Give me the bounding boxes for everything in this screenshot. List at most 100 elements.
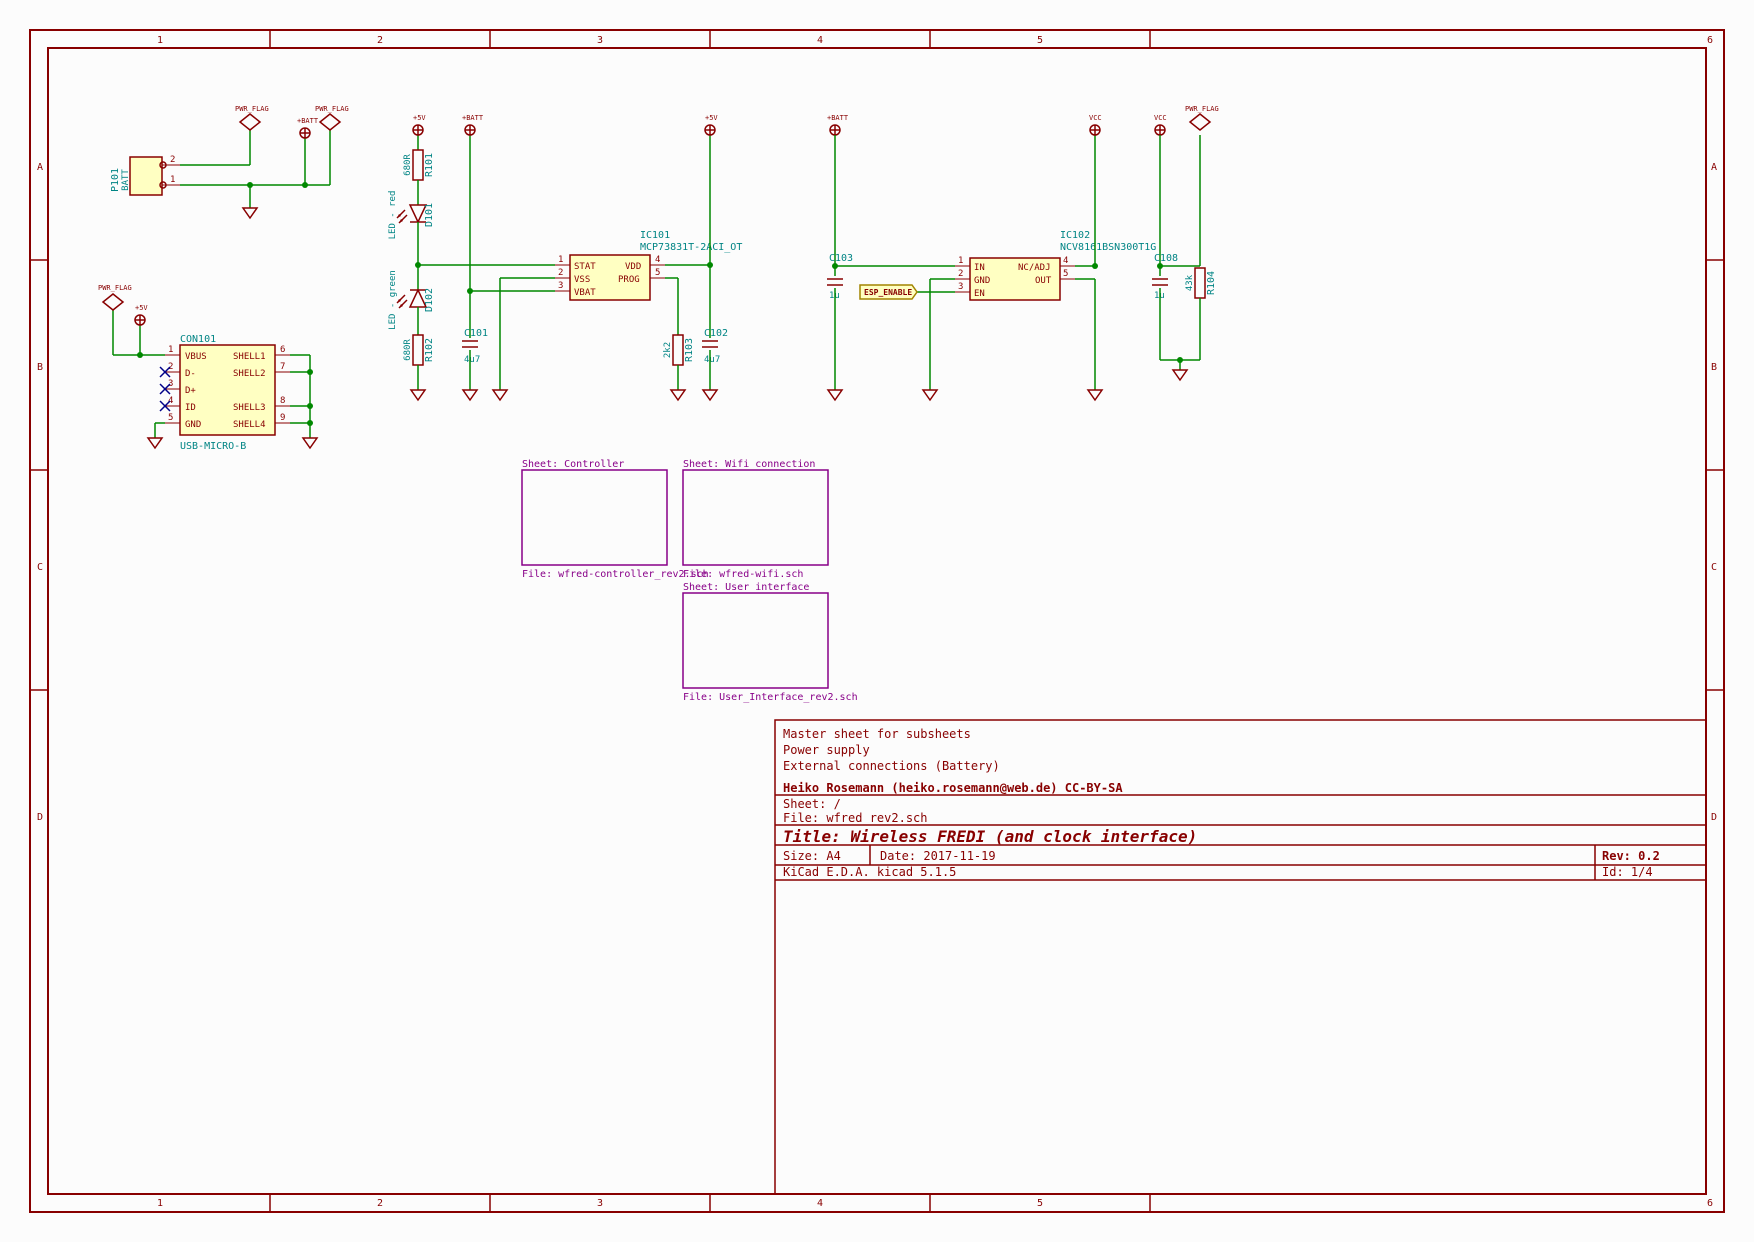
svg-text:C103: C103 <box>829 253 853 264</box>
gnd-icon <box>1088 390 1102 400</box>
svg-text:Date: 2017-11-19: Date: 2017-11-19 <box>880 849 996 863</box>
gnd-icon <box>923 390 937 400</box>
svg-text:1: 1 <box>168 345 173 355</box>
svg-text:Rev: 0.2: Rev: 0.2 <box>1602 849 1660 863</box>
svg-text:9: 9 <box>280 413 285 423</box>
tb-comment3: External connections (Battery) <box>783 759 1000 773</box>
svg-text:R101: R101 <box>424 153 435 177</box>
hierarchical-sheets[interactable]: Sheet: Controller File: wfred-controller… <box>522 459 858 703</box>
svg-text:+5V: +5V <box>413 114 426 122</box>
svg-text:File: wfred_rev2.sch: File: wfred_rev2.sch <box>783 811 928 825</box>
tb-comment1: Master sheet for subsheets <box>783 727 971 741</box>
gridref-r-B: B <box>1711 362 1717 373</box>
svg-text:LED - green: LED - green <box>388 270 398 330</box>
ic101-charger: IC101 MCP73831T-2ACI_OT 1STAT 2VSS 3VBAT… <box>462 114 742 400</box>
page-border-inner <box>48 48 1706 1194</box>
svg-text:3: 3 <box>558 281 563 291</box>
gridref-bot-4: 4 <box>817 1198 823 1209</box>
gridref-r-D: D <box>1711 812 1717 823</box>
svg-text:+BATT: +BATT <box>462 114 484 122</box>
svg-text:4: 4 <box>655 255 660 265</box>
sheet-ui-name: Sheet: User interface <box>683 582 809 593</box>
svg-text:3: 3 <box>958 282 963 292</box>
svg-text:680R: 680R <box>403 154 413 176</box>
svg-text:+5V: +5V <box>135 304 148 312</box>
gridref-l-C: C <box>37 562 43 573</box>
pwrflag-icon <box>1190 114 1210 130</box>
svg-text:STAT: STAT <box>574 262 596 272</box>
sheet-wifi-file: File: wfred-wifi.sch <box>683 569 803 580</box>
gnd-icon <box>243 208 257 218</box>
batt-connector-area: P101 BATT 2 1 PWR_FLAG PWR_FLAG +BATT <box>110 105 349 218</box>
p101-ref: P101 <box>110 168 121 192</box>
schematic-canvas: 1 2 3 4 5 6 1 2 3 4 5 6 A B C D A B C D … <box>0 0 1754 1242</box>
con101-val: USB-MICRO-B <box>180 441 246 452</box>
svg-text:4u7: 4u7 <box>464 355 480 365</box>
gnd-icon <box>671 390 685 400</box>
pwrflag-icon <box>103 294 123 310</box>
svg-text:PROG: PROG <box>618 275 640 285</box>
svg-text:SHELL1: SHELL1 <box>233 352 266 362</box>
svg-text:R102: R102 <box>424 338 435 362</box>
svg-text:ID: ID <box>185 403 196 413</box>
svg-text:VCC: VCC <box>1154 114 1167 122</box>
svg-text:Title: Wireless FREDI (and clo: Title: Wireless FREDI (and clock interfa… <box>783 827 1197 846</box>
gnd-icon <box>703 390 717 400</box>
svg-text:PWR_FLAG: PWR_FLAG <box>1185 105 1219 113</box>
svg-text:R104: R104 <box>1206 271 1217 295</box>
title-block: Master sheet for subsheets Power supply … <box>775 720 1706 1194</box>
ic102-ldo: IC102 NCV8161BSN300T1G 1IN 2GND 3EN 4NC/… <box>827 114 1156 400</box>
svg-text:PWR_FLAG: PWR_FLAG <box>315 105 349 113</box>
svg-text:GND: GND <box>185 420 201 430</box>
svg-text:VSS: VSS <box>574 275 590 285</box>
gridref-top-4: 4 <box>817 35 823 46</box>
svg-text:NC/ADJ: NC/ADJ <box>1018 263 1051 273</box>
svg-text:D-: D- <box>185 369 196 379</box>
svg-text:C101: C101 <box>464 328 488 339</box>
p101-val: BATT <box>121 169 131 191</box>
gnd-icon <box>828 390 842 400</box>
svg-text:2: 2 <box>558 268 563 278</box>
svg-text:MCP73831T-2ACI_OT: MCP73831T-2ACI_OT <box>640 242 742 253</box>
sheet-ui-file: File: User_Interface_rev2.sch <box>683 692 858 703</box>
svg-text:SHELL2: SHELL2 <box>233 369 266 379</box>
svg-text:NCV8161BSN300T1G: NCV8161BSN300T1G <box>1060 242 1156 253</box>
svg-text:5: 5 <box>1063 269 1068 279</box>
gridref-l-B: B <box>37 362 43 373</box>
svg-text:VDD: VDD <box>625 262 641 272</box>
gnd-icon <box>493 390 507 400</box>
svg-text:D102: D102 <box>424 288 435 312</box>
gnd-icon <box>411 390 425 400</box>
sheet-wifi-name: Sheet: Wifi connection <box>683 459 815 470</box>
vcc-output-area: VCC C108 1u 43k R104 PWR_FLAG <box>1152 105 1219 380</box>
svg-text:PWR_FLAG: PWR_FLAG <box>235 105 269 113</box>
svg-text:6: 6 <box>280 345 285 355</box>
svg-text:1: 1 <box>558 255 563 265</box>
svg-text:5: 5 <box>168 413 173 423</box>
pwrflag-icon <box>240 114 260 130</box>
svg-text:D101: D101 <box>424 203 435 227</box>
esp-enable-label: ESP_ENABLE <box>864 288 912 297</box>
svg-text:+BATT: +BATT <box>827 114 849 122</box>
svg-text:2k2: 2k2 <box>663 342 673 358</box>
svg-text:2: 2 <box>958 269 963 279</box>
svg-text:VCC: VCC <box>1089 114 1102 122</box>
tb-comment2: Power supply <box>783 743 870 757</box>
svg-text:C102: C102 <box>704 328 728 339</box>
svg-text:Size: A4: Size: A4 <box>783 849 841 863</box>
svg-text:Id: 1/4: Id: 1/4 <box>1602 865 1653 879</box>
gnd-icon <box>463 390 477 400</box>
gridref-top-2: 2 <box>377 35 383 46</box>
svg-text:IC102: IC102 <box>1060 230 1090 241</box>
svg-text:1: 1 <box>958 256 963 266</box>
svg-text:IC101: IC101 <box>640 230 670 241</box>
tb-author: Heiko Rosemann (heiko.rosemann@web.de) C… <box>783 781 1123 795</box>
usb-connector: PWR_FLAG +5V CON101 USB-MICRO-B 1VBUS 2D… <box>98 284 317 452</box>
svg-text:D+: D+ <box>185 386 196 396</box>
svg-text:SHELL3: SHELL3 <box>233 403 266 413</box>
svg-text:VBUS: VBUS <box>185 352 207 362</box>
gnd-icon <box>148 438 162 448</box>
gridref-l-D: D <box>37 812 43 823</box>
con101-ref: CON101 <box>180 334 216 345</box>
sheet-controller-name: Sheet: Controller <box>522 459 624 470</box>
